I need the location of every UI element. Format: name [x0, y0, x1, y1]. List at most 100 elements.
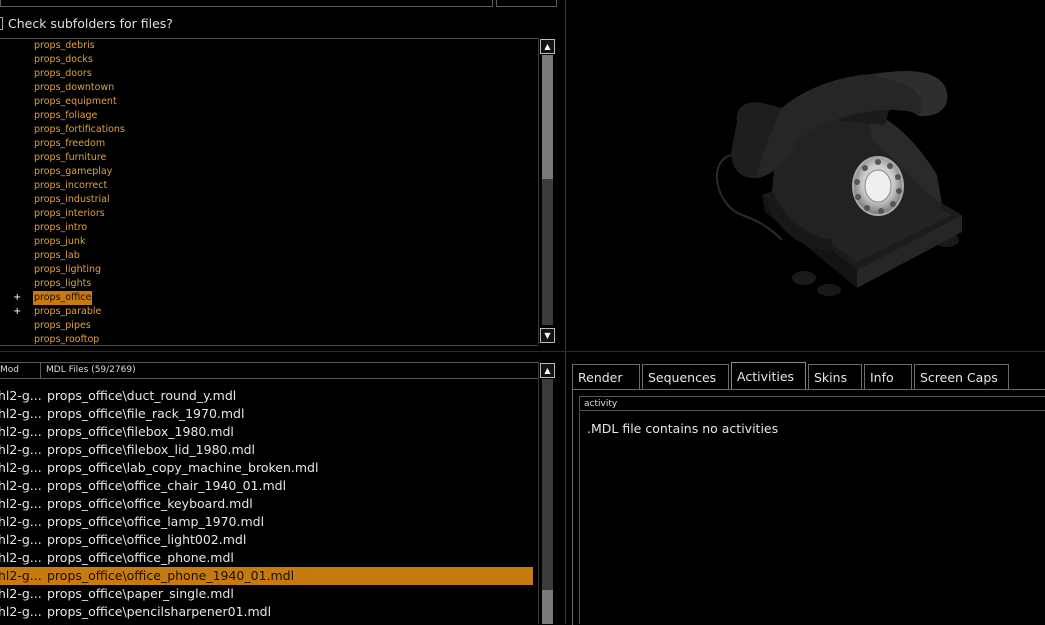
file-row[interactable]: hl2-g... props_office\file_rack_1970.mdl	[0, 405, 538, 423]
tree-item[interactable]: props_lab	[0, 249, 538, 263]
file-scroll-up-button[interactable]: ▲	[540, 363, 555, 378]
file-row-mod: hl2-g...	[0, 586, 42, 601]
tree-item[interactable]: props_docks	[0, 53, 538, 67]
tree-item[interactable]: props_lights	[0, 277, 538, 291]
tab-skins[interactable]: Skins	[808, 364, 862, 390]
tree-item-label: props_lab	[34, 250, 80, 261]
search-field[interactable]	[0, 0, 493, 7]
file-row[interactable]: hl2-g... props_office\office_lamp_1970.md…	[0, 513, 538, 531]
tree-item-label: props_docks	[34, 54, 93, 65]
file-row-path: props_office\office_light002.mdl	[47, 532, 247, 547]
tree-item[interactable]: + props_office	[0, 291, 538, 305]
tree-item-label: props_intro	[34, 222, 88, 233]
file-row[interactable]: hl2-g... props_office\office_keyboard.mdl	[0, 495, 538, 513]
file-row[interactable]: hl2-g... props_office\duct_round_y.mdl	[0, 387, 538, 405]
file-row-path: props_office\office_keyboard.mdl	[47, 496, 253, 511]
tree-item[interactable]: props_debris	[0, 39, 538, 53]
tree-item-label: props_parable	[34, 306, 102, 317]
tree-scroll-down-button[interactable]: ▼	[540, 328, 555, 343]
file-row[interactable]: hl2-g... props_office\office_phone.mdl	[0, 549, 538, 567]
file-row-mod: hl2-g...	[0, 496, 42, 511]
folder-tree[interactable]: props_debris props_docks props_doors props_…	[0, 38, 538, 346]
tree-item[interactable]: props_pipes	[0, 319, 538, 333]
file-row[interactable]: hl2-g... props_office\paper_single.mdl	[0, 585, 538, 603]
column-header-mdl-files[interactable]: MDL Files (59/2769)	[46, 363, 136, 378]
activity-list[interactable]	[579, 412, 1045, 624]
tree-item-label: props_freedom	[34, 138, 106, 149]
tab-info[interactable]: Info	[864, 364, 912, 390]
check-subfolders-checkbox[interactable]	[0, 16, 3, 30]
tree-scroll-up-button[interactable]: ▲	[540, 39, 555, 54]
file-row[interactable]: hl2-g... props_office\filebox_lid_1980.md…	[0, 441, 538, 459]
check-subfolders-label: Check subfolders for files?	[8, 15, 173, 31]
file-row[interactable]: hl2-g... props_office\pencilsharpener01.m…	[0, 603, 538, 621]
tree-item-label: props_junk	[34, 236, 86, 247]
tree-item[interactable]: props_industrial	[0, 193, 538, 207]
tree-expander-icon[interactable]: +	[13, 291, 21, 305]
file-row-mod: hl2-g...	[0, 514, 42, 529]
tree-item-label: props_gameplay	[34, 166, 113, 177]
tree-item-label: props_interiors	[34, 208, 105, 219]
mdl-file-list[interactable]: Mod MDL Files (59/2769) hl2-g... props_of…	[0, 362, 538, 624]
tree-item[interactable]: props_rooftop	[0, 333, 538, 345]
tree-item[interactable]: props_freedom	[0, 137, 538, 151]
file-list-header: Mod MDL Files (59/2769)	[0, 362, 538, 379]
file-row-path: props_office\office_phone_1940_01.mdl	[47, 568, 295, 583]
telephone-model-render	[715, 71, 962, 296]
file-scroll-thumb[interactable]	[542, 590, 553, 624]
file-scroll-track[interactable]	[542, 379, 553, 624]
tree-item[interactable]: props_furniture	[0, 151, 538, 165]
folder-tree-scrollbar[interactable]: ▲ ▼	[538, 38, 556, 344]
tab-sequences[interactable]: Sequences	[642, 364, 729, 390]
file-row-path: props_office\filebox_1980.mdl	[47, 424, 234, 439]
file-row-path: props_office\duct_round_y.mdl	[47, 388, 237, 403]
tree-item[interactable]: props_doors	[0, 67, 538, 81]
file-row-path: props_office\office_chair_1940_01.mdl	[47, 478, 287, 493]
tree-item[interactable]: props_gameplay	[0, 165, 538, 179]
file-row-mod: hl2-g...	[0, 424, 42, 439]
file-row[interactable]: hl2-g... props_office\office_phone_1940_0…	[0, 567, 533, 585]
file-row[interactable]: hl2-g... props_office\filebox_1980.mdl	[0, 423, 538, 441]
tab-render[interactable]: Render	[572, 364, 640, 390]
tree-item[interactable]: props_intro	[0, 221, 538, 235]
search-button[interactable]	[496, 0, 557, 7]
no-activities-message: .MDL file contains no activities	[587, 421, 779, 436]
file-row-path: props_office\office_lamp_1970.mdl	[47, 514, 265, 529]
file-row[interactable]: hl2-g... props_office\office_light002.mdl	[0, 531, 538, 549]
tree-item[interactable]: props_foliage	[0, 109, 538, 123]
tree-item-label: props_debris	[34, 40, 95, 51]
tree-item-label: props_furniture	[34, 152, 107, 163]
tree-scroll-thumb[interactable]	[542, 55, 553, 179]
file-row[interactable]: hl2-g... props_office\office_chair_1940_0…	[0, 477, 538, 495]
tree-item-label: props_lighting	[34, 264, 102, 275]
file-row-mod: hl2-g...	[0, 568, 42, 583]
activity-column-header[interactable]: activity	[579, 396, 1045, 411]
check-subfolders-row[interactable]: Check subfolders for files?	[0, 14, 173, 32]
tab-activities[interactable]: Activities	[731, 362, 806, 390]
file-row-path: props_office\pencilsharpener01.mdl	[47, 604, 272, 619]
pane-splitter-vertical[interactable]	[565, 0, 566, 624]
tree-item-label: props_equipment	[34, 96, 117, 107]
tree-item[interactable]: props_fortifications	[0, 123, 538, 137]
file-row-mod: hl2-g...	[0, 532, 42, 547]
file-list-scrollbar[interactable]: ▲	[538, 362, 556, 624]
tree-item[interactable]: props_equipment	[0, 95, 538, 109]
file-row[interactable]: hl2-g... props_office\lab_copy_machine_br…	[0, 459, 538, 477]
tree-item-label: props_downtown	[34, 82, 115, 93]
tree-expander-icon[interactable]: +	[13, 305, 21, 319]
tab-screen-caps[interactable]: Screen Caps	[914, 364, 1009, 390]
tree-item[interactable]: + props_parable	[0, 305, 538, 319]
tree-item[interactable]: props_lighting	[0, 263, 538, 277]
model-viewport[interactable]	[567, 0, 1045, 350]
file-row-mod: hl2-g...	[0, 442, 42, 457]
pane-splitter-horizontal[interactable]	[0, 351, 1045, 352]
tree-item-label: props_lights	[34, 278, 92, 289]
tree-item[interactable]: props_incorrect	[0, 179, 538, 193]
tree-item[interactable]: props_junk	[0, 235, 538, 249]
tree-item[interactable]: props_downtown	[0, 81, 538, 95]
file-row-mod: hl2-g...	[0, 388, 42, 403]
tree-item-label: props_rooftop	[34, 334, 100, 345]
column-header-mod[interactable]: Mod	[0, 363, 41, 378]
file-row-path: props_office\filebox_lid_1980.mdl	[47, 442, 256, 457]
tree-item[interactable]: props_interiors	[0, 207, 538, 221]
